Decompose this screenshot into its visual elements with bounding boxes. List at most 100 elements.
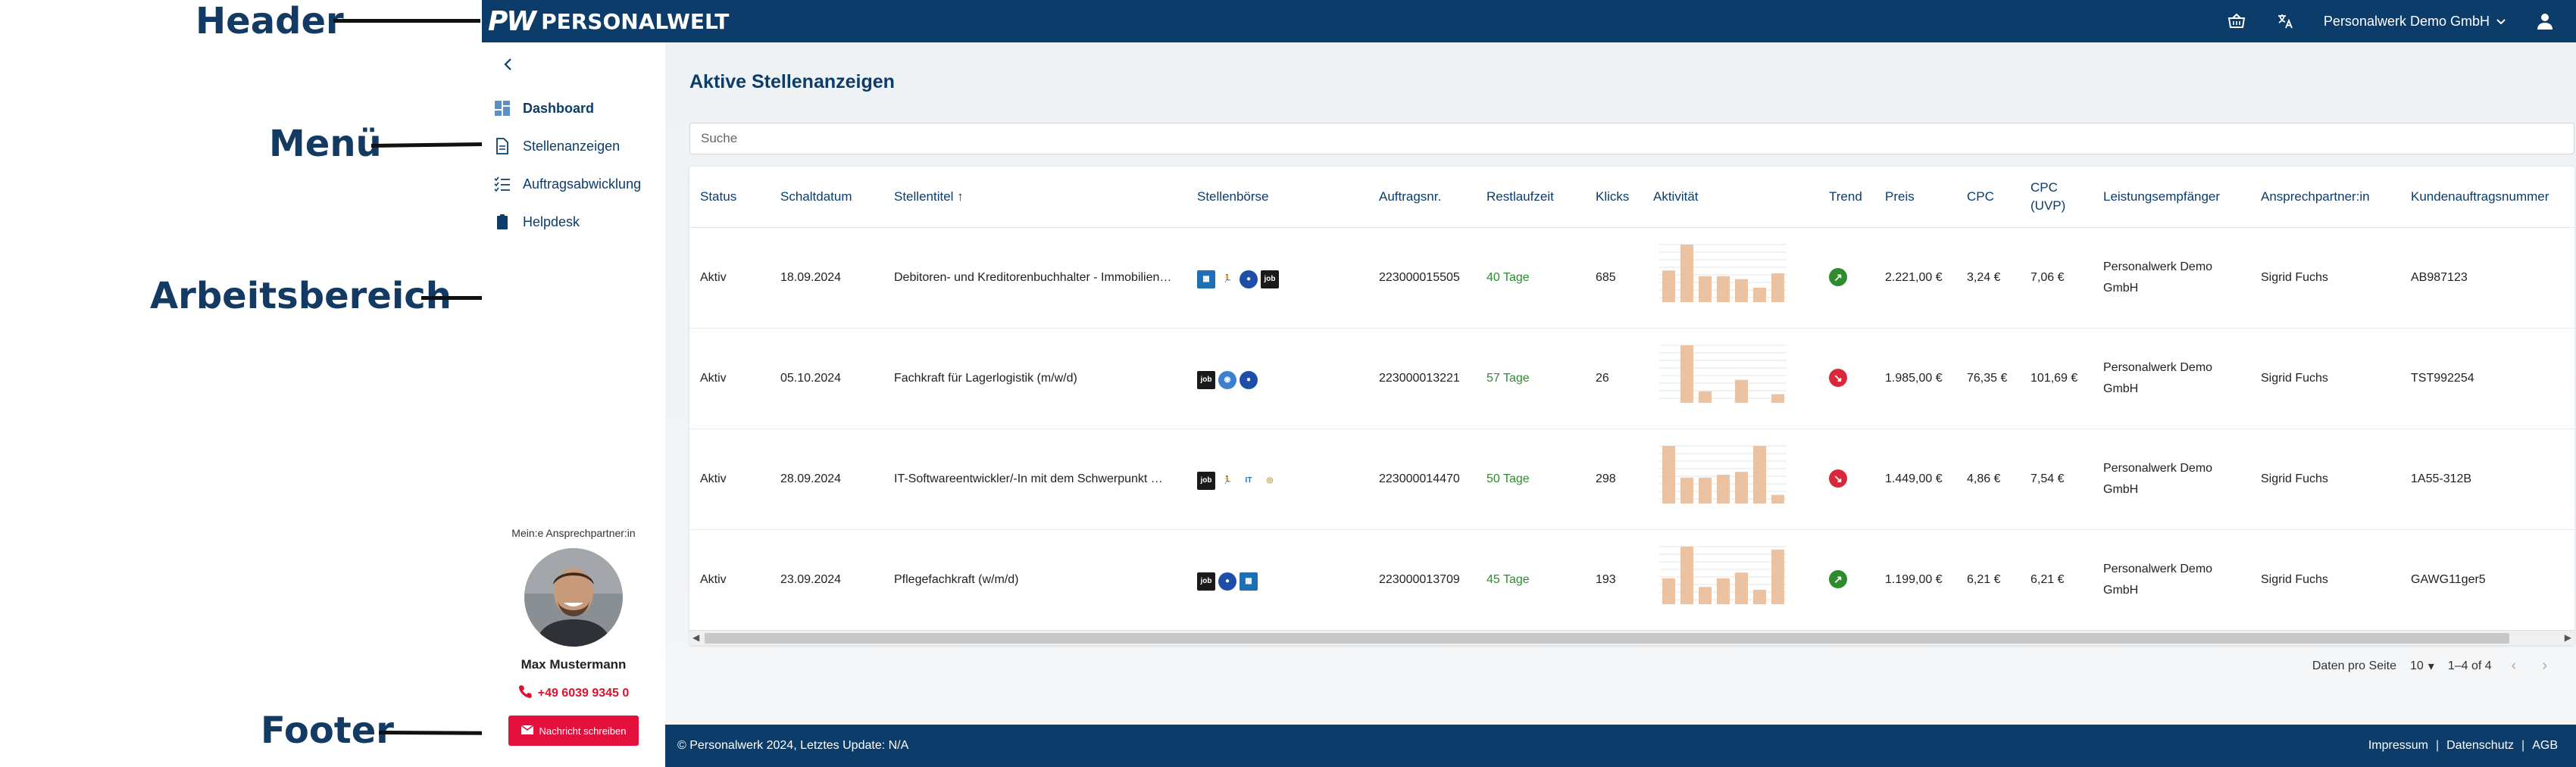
- table-row[interactable]: Aktiv 23.09.2024 Pflegefachkraft (w/m/d) jo…: [689, 529, 2574, 631]
- column-header-stellenboerse[interactable]: Stellenbörse: [1186, 167, 1368, 228]
- user-icon[interactable]: [2535, 11, 2555, 31]
- xing-icon: ◉: [1218, 370, 1236, 389]
- activity-bar: [1699, 477, 1712, 504]
- column-header-klicks[interactable]: Klicks: [1585, 167, 1643, 228]
- ansprechpartner-cell: Sigrid Fuchs: [2250, 227, 2400, 329]
- search-input[interactable]: Suche: [689, 123, 2574, 154]
- klicks-cell: 298: [1585, 429, 1643, 530]
- logo[interactable]: PW PERSONALWELT: [488, 6, 729, 37]
- cpc-uvp-cell: 7,54 €: [2020, 429, 2093, 530]
- trend-cell: ↗: [1818, 227, 1874, 329]
- cpc-uvp-cell: 6,21 €: [2020, 529, 2093, 631]
- stellenboerse-cell: job 🏃 IT ◎: [1186, 429, 1368, 530]
- talent-icon: ◎: [1261, 471, 1279, 490]
- activity-bar: [1735, 279, 1748, 302]
- sort-arrow-icon: ↑: [957, 189, 964, 204]
- table-row[interactable]: Aktiv 28.09.2024 IT-Softwareentwickler/-In…: [689, 429, 2574, 530]
- column-header-ansprechpartner[interactable]: Ansprechpartner:in: [2250, 167, 2400, 228]
- footer-link-impressum[interactable]: Impressum: [2368, 739, 2428, 753]
- stellentitel-cell: IT-Softwareentwickler/-In mit dem Schwer…: [883, 429, 1186, 530]
- column-header-schaltdatum[interactable]: Schaltdatum: [770, 167, 883, 228]
- activity-bar: [1699, 391, 1712, 403]
- stellentitel-cell: Pflegefachkraft (w/m/d): [883, 529, 1186, 631]
- send-message-label: Nachricht schreiben: [539, 725, 627, 737]
- sidebar-item-helpdesk[interactable]: Helpdesk: [494, 203, 641, 241]
- activity-bar: [1680, 244, 1693, 302]
- rows-per-page-select[interactable]: 10 ▾: [2410, 659, 2434, 674]
- activity-bar: [1753, 287, 1766, 302]
- footer-separator: |: [2435, 739, 2440, 752]
- sidebar-item-stellenanzeigen[interactable]: Stellenanzeigen: [494, 127, 641, 165]
- sidebar-item-auftragsabwicklung[interactable]: Auftragsabwicklung: [494, 165, 641, 203]
- table-row[interactable]: Aktiv 18.09.2024 Debitoren- und Kreditoren…: [689, 227, 2574, 329]
- column-header-aktivitaet[interactable]: Aktivität: [1643, 167, 1818, 228]
- activity-bar: [1680, 345, 1693, 403]
- scrollbar-thumb[interactable]: [705, 633, 2509, 644]
- recipient-line: Personalwerk Demo: [2103, 360, 2213, 374]
- trend-cell: ↗: [1818, 529, 1874, 631]
- footer-link-datenschutz[interactable]: Datenschutz: [2446, 739, 2514, 753]
- sidebar-item-label: Auftragsabwicklung: [523, 176, 642, 192]
- clipboard-icon: [494, 214, 511, 230]
- leistungsempfaenger-cell: Personalwerk Demo GmbH: [2093, 529, 2250, 631]
- column-header-auftragsnr[interactable]: Auftragsnr.: [1368, 167, 1476, 228]
- rows-per-page-label: Daten pro Seite: [2312, 659, 2396, 672]
- job-board-icons: job ◉ ●: [1197, 370, 1258, 389]
- ansprechpartner-cell: Sigrid Fuchs: [2250, 429, 2400, 530]
- next-page-button[interactable]: ›: [2536, 657, 2553, 675]
- ansprechpartner-cell: Sigrid Fuchs: [2250, 328, 2400, 429]
- recipient-line: Personalwerk Demo: [2103, 562, 2213, 575]
- klicks-cell: 685: [1585, 227, 1643, 329]
- stepstone-icon: ▦: [1240, 572, 1258, 591]
- contact-phone-link[interactable]: +49 6039 9345 0: [482, 684, 665, 702]
- stellentitel-cell: Debitoren- und Kreditorenbuchhalter - Im…: [883, 227, 1186, 329]
- meinestadt-icon: ●: [1218, 572, 1236, 591]
- column-header-stellentitel[interactable]: Stellentitel ↑: [883, 167, 1186, 228]
- column-header-status[interactable]: Status: [689, 167, 770, 228]
- scroll-left-icon[interactable]: ◀: [692, 632, 699, 643]
- aktivitaet-cell: [1643, 429, 1818, 530]
- column-header-restlaufzeit[interactable]: Restlaufzeit: [1476, 167, 1585, 228]
- previous-page-button[interactable]: ‹: [2506, 657, 2523, 675]
- company-name: Personalwerk Demo GmbH: [2323, 13, 2490, 29]
- recipient-line: GmbH: [2103, 482, 2139, 496]
- column-header-leistungsempfaenger[interactable]: Leistungsempfänger: [2093, 167, 2250, 228]
- column-header-trend[interactable]: Trend: [1818, 167, 1874, 228]
- caret-down-icon: ▾: [2428, 659, 2434, 673]
- indeed-icon: 🏃: [1218, 471, 1236, 490]
- activity-bar: [1753, 445, 1766, 504]
- trend-up-icon: ↗: [1829, 267, 1847, 286]
- contact-title: Mein:e Ansprechpartner:in: [511, 527, 636, 539]
- activity-bar: [1771, 494, 1784, 504]
- ansprechpartner-cell: Sigrid Fuchs: [2250, 529, 2400, 631]
- cart-icon[interactable]: [2227, 11, 2246, 31]
- checklist-icon: [494, 176, 511, 192]
- column-header-cpc-uvp[interactable]: CPC (UVP): [2020, 167, 2093, 228]
- column-header-preis[interactable]: Preis: [1874, 167, 1956, 228]
- activity-sparkbar-chart: [1659, 345, 1787, 403]
- footer-link-agb[interactable]: AGB: [2532, 739, 2558, 753]
- activity-sparkbar-chart: [1659, 546, 1787, 604]
- it-jobs-icon: IT: [1240, 471, 1258, 490]
- sidebar: Dashboard Stellenanzeigen Auftragsabwick…: [482, 42, 665, 767]
- auftragsnr-cell: 223000013709: [1368, 529, 1476, 631]
- cpc-cell: 76,35 €: [1956, 328, 2020, 429]
- recipient-line: Personalwerk Demo: [2103, 260, 2213, 273]
- footer-separator: |: [2521, 739, 2525, 752]
- column-header-kundenauftragsnummer[interactable]: Kundenauftragsnummer: [2400, 167, 2574, 228]
- chevron-down-icon: [2496, 14, 2506, 30]
- company-selector[interactable]: Personalwerk Demo GmbH: [2324, 14, 2506, 30]
- scroll-right-icon[interactable]: ▶: [2565, 632, 2571, 643]
- activity-sparkbar-chart: [1659, 244, 1787, 302]
- sidebar-item-dashboard[interactable]: Dashboard: [494, 89, 641, 127]
- activity-bar: [1680, 477, 1693, 504]
- translate-icon[interactable]: [2275, 11, 2295, 31]
- table-row[interactable]: Aktiv 05.10.2024 Fachkraft für Lagerlogist…: [689, 328, 2574, 429]
- column-header-cpc[interactable]: CPC: [1956, 167, 2020, 228]
- activity-bar: [1699, 276, 1712, 302]
- collapse-sidebar-button[interactable]: [497, 53, 520, 76]
- cpc-cell: 3,24 €: [1956, 227, 2020, 329]
- horizontal-scrollbar[interactable]: ◀ ▶: [689, 630, 2574, 645]
- schaltdatum-cell: 23.09.2024: [770, 529, 883, 631]
- send-message-button[interactable]: Nachricht schreiben: [508, 716, 639, 746]
